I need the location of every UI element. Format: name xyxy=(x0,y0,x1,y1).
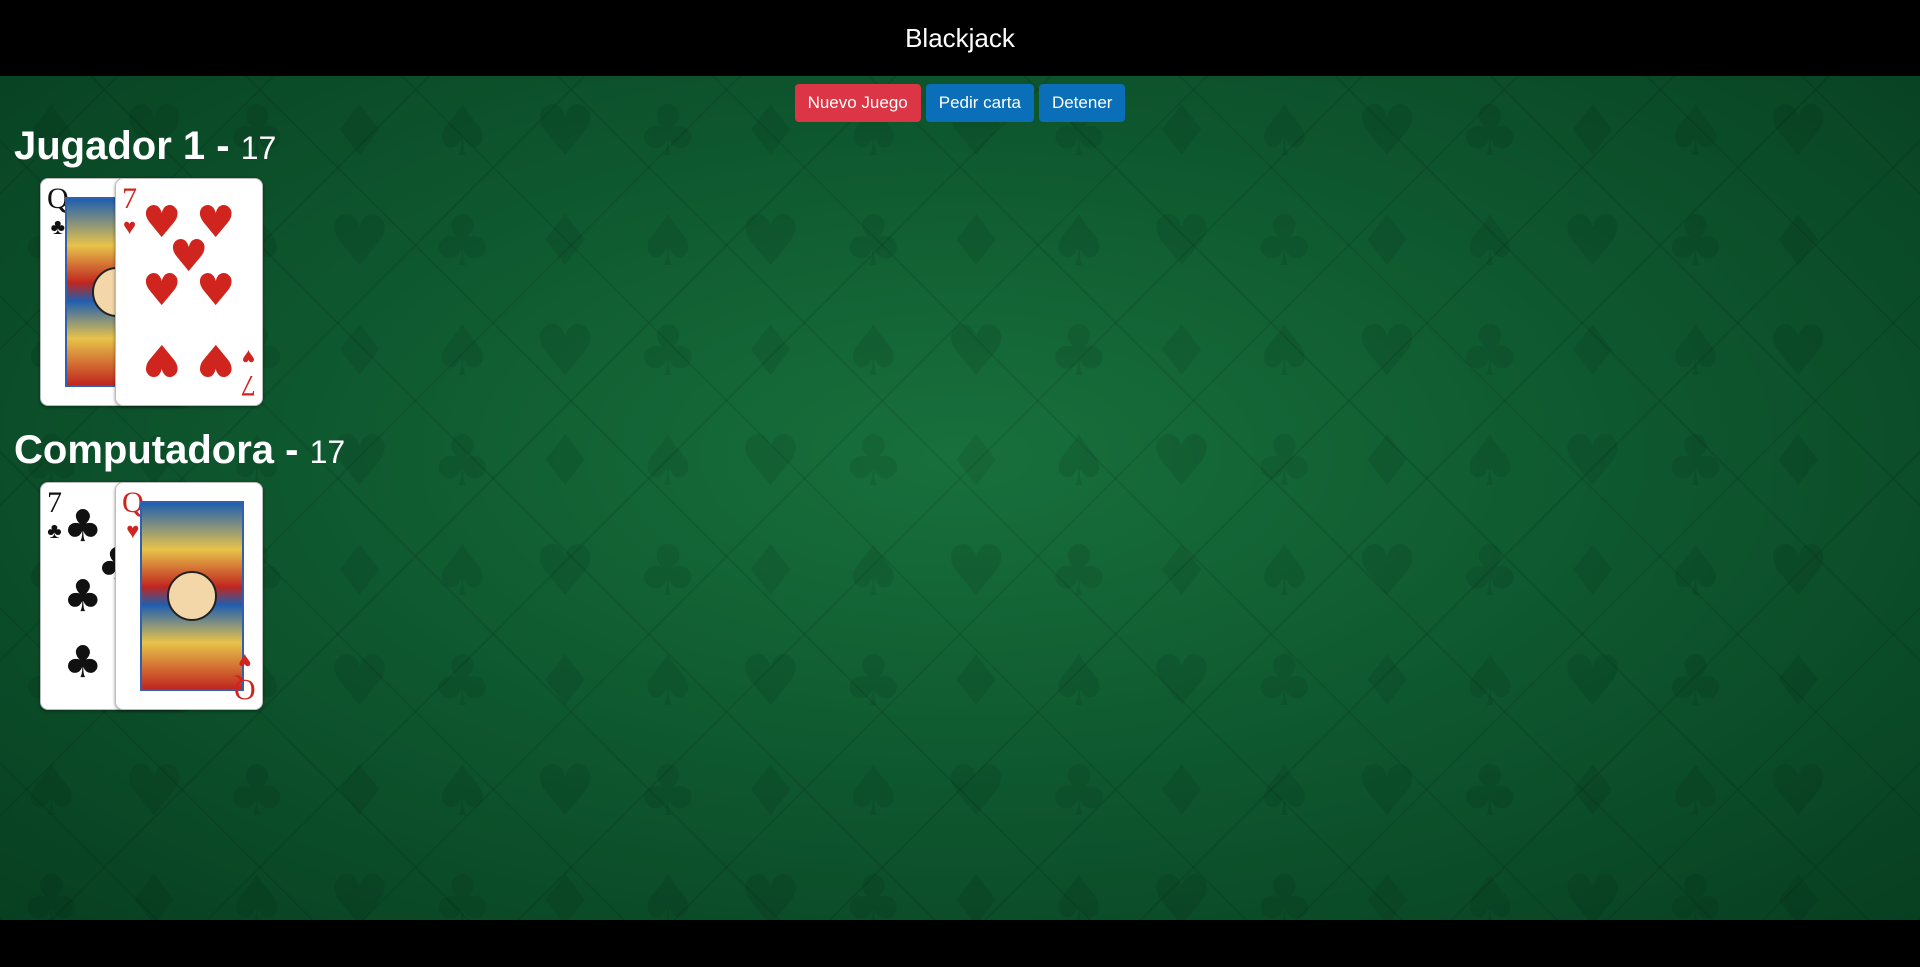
player-separator: - xyxy=(216,124,230,168)
app-header: Blackjack xyxy=(0,0,1920,76)
queen-face-icon xyxy=(140,501,244,691)
computer-heading: Computadora - 17 xyxy=(14,428,345,473)
card-rank: 7 xyxy=(241,369,256,402)
app-title: Blackjack xyxy=(905,23,1015,53)
club-icon: ♣ xyxy=(63,571,103,622)
player-heading: Jugador 1 - 17 xyxy=(14,124,276,169)
game-controls: Nuevo Juego Pedir carta Detener xyxy=(0,84,1920,122)
player-score: 17 xyxy=(240,130,277,166)
hit-button[interactable]: Pedir carta xyxy=(925,84,1034,122)
footer-bar xyxy=(0,920,1920,967)
card-corner: Q ♥ xyxy=(234,647,256,706)
computer-separator: - xyxy=(285,428,299,472)
card-corner: 7 ♥ xyxy=(122,182,137,241)
heart-icon: ♥ xyxy=(122,214,137,239)
card-rank: 7 xyxy=(122,182,137,215)
player-name: Jugador 1 xyxy=(14,124,206,168)
card-rank: 7 xyxy=(47,486,62,519)
card-rank: Q xyxy=(234,673,256,706)
felt-pattern: ♠♥♣♦♠♥♣♦♠♥♣♦♠♥♣♦♠♥♣♦♠♥♣♦♠♥♣♦♠♥♣♦♠♥♣♦♠♥♣♦… xyxy=(20,90,1870,920)
card-corner: 7 ♥ xyxy=(241,343,256,402)
game-table: ♠♥♣♦♠♥♣♦♠♥♣♦♠♥♣♦♠♥♣♦♠♥♣♦♠♥♣♦♠♥♣♦♠♥♣♦♠♥♣♦… xyxy=(0,76,1920,920)
heart-icon: ♥ xyxy=(196,265,236,316)
heart-icon: ♥ xyxy=(241,345,256,370)
heart-icon: ♥ xyxy=(142,334,182,385)
club-icon: ♣ xyxy=(47,518,62,543)
computer-score: 17 xyxy=(309,434,346,470)
player-card-2: 7 ♥ ♥ ♥ ♥ ♥ ♥ ♥ ♥ 7 ♥ xyxy=(115,178,263,406)
heart-icon: ♥ xyxy=(196,334,236,385)
stand-button[interactable]: Detener xyxy=(1038,84,1126,122)
club-icon: ♣ xyxy=(63,637,103,688)
card-corner: 7 ♣ xyxy=(47,486,62,545)
heart-icon: ♥ xyxy=(142,265,182,316)
computer-name: Computadora xyxy=(14,428,274,472)
new-game-button[interactable]: Nuevo Juego xyxy=(794,84,921,122)
computer-card-2: Q ♥ Q ♥ xyxy=(115,482,263,710)
heart-icon: ♥ xyxy=(238,649,252,674)
